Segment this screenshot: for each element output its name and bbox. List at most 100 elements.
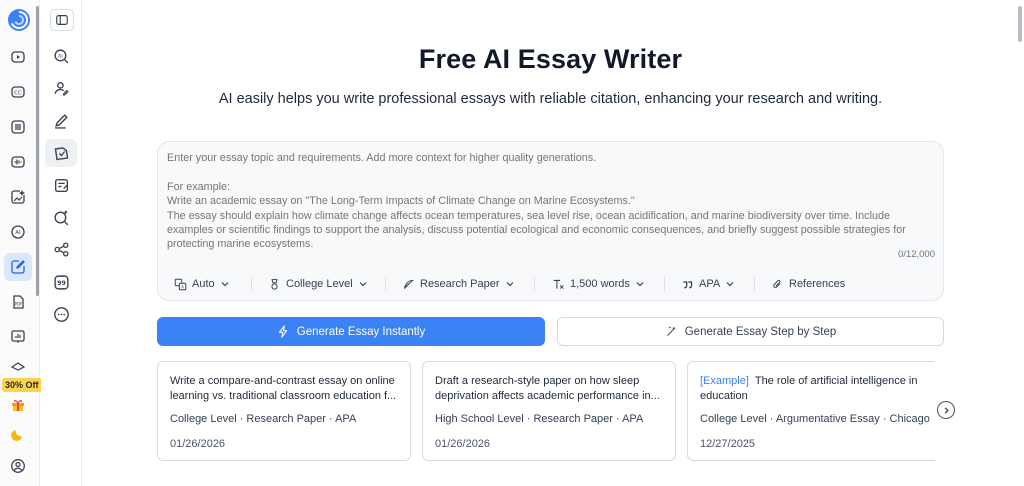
history-card-meta: High School Level · Research Paper · APA xyxy=(435,413,644,425)
rail-gift-button[interactable] xyxy=(4,391,32,419)
ai-search-icon: AI xyxy=(53,48,68,63)
rail-scrollbar[interactable] xyxy=(36,6,39,296)
ai-chat-icon: AI xyxy=(11,225,25,239)
essay-prompt-input[interactable] xyxy=(167,151,935,259)
rail-presentation-button[interactable] xyxy=(4,323,32,351)
tool-more[interactable] xyxy=(45,300,77,328)
character-counter: 0/12,000 xyxy=(898,249,935,260)
presentation-icon xyxy=(11,330,25,343)
divider xyxy=(754,277,755,291)
discount-badge[interactable]: 30% Off xyxy=(2,378,42,392)
divider xyxy=(664,277,665,291)
tool-ai-detector[interactable] xyxy=(45,203,77,231)
magic-wand-icon xyxy=(666,326,676,336)
word-count-select[interactable]: 1,500 words xyxy=(552,274,645,294)
chevron-down-icon xyxy=(221,282,229,287)
tool-mindmap[interactable] xyxy=(45,235,77,263)
chevron-down-icon xyxy=(359,282,367,287)
tool-essay[interactable] xyxy=(45,139,77,167)
lightning-icon xyxy=(278,325,288,338)
rail-audio-button[interactable] xyxy=(4,148,32,176)
text-length-icon xyxy=(553,279,564,289)
essay-writer-icon xyxy=(11,260,25,274)
outline-icon xyxy=(54,178,68,192)
app-rail: CC AI PDF 30% Off xyxy=(0,0,42,486)
language-select[interactable]: A Auto xyxy=(174,274,230,294)
page-scrollbar[interactable] xyxy=(1018,6,1022,42)
rail-ai-chat-button[interactable]: AI xyxy=(4,218,32,246)
rail-pdf-button[interactable]: PDF xyxy=(4,288,32,316)
academic-level-value: College Level xyxy=(286,278,353,290)
audio-icon xyxy=(11,156,25,168)
carousel-next-button[interactable] xyxy=(937,401,955,419)
essay-type-value: Research Paper xyxy=(420,278,500,290)
essay-type-select[interactable]: Research Paper xyxy=(402,274,515,294)
citation-icon: 99 xyxy=(53,274,69,290)
gift-icon xyxy=(12,400,24,411)
tool-paraphrase[interactable] xyxy=(45,106,77,134)
paperclip-icon xyxy=(773,279,781,288)
hat-icon xyxy=(10,362,26,371)
image-edit-icon xyxy=(11,190,25,204)
ai-detector-icon xyxy=(53,209,68,225)
tool-ai-search[interactable]: AI xyxy=(45,42,77,70)
history-card[interactable]: Write a compare-and-contrast essay on on… xyxy=(157,361,411,461)
generate-step-button[interactable]: Generate Essay Step by Step xyxy=(557,317,944,346)
account-icon xyxy=(11,459,25,473)
history-card-meta: College Level · Argumentative Essay · Ch… xyxy=(700,413,930,425)
logo-swirl-icon xyxy=(8,9,30,31)
history-card[interactable]: Draft a research-style paper on how slee… xyxy=(422,361,676,461)
list-icon xyxy=(11,120,25,134)
tool-outline[interactable] xyxy=(45,171,77,199)
humanizer-icon xyxy=(53,81,69,95)
history-card-title: Draft a research-style paper on how slee… xyxy=(435,375,660,402)
essay-options-bar: A Auto College Level Research Paper 1,50… xyxy=(158,268,945,298)
account-button[interactable] xyxy=(4,452,32,480)
divider xyxy=(385,277,386,291)
language-value: Auto xyxy=(192,278,215,290)
tool-humanizer[interactable] xyxy=(45,74,77,102)
essay-composer: 0/12,000 A Auto College Level Research P… xyxy=(157,141,944,301)
page-title: Free AI Essay Writer xyxy=(418,44,683,74)
quote-icon xyxy=(683,280,693,288)
theme-toggle-button[interactable] xyxy=(4,420,32,448)
rail-essay-writer-button[interactable] xyxy=(4,253,32,281)
divider xyxy=(534,277,535,291)
svg-text:PDF: PDF xyxy=(15,302,23,307)
divider xyxy=(251,277,252,291)
tool-sidebar: AI 99 xyxy=(41,0,82,486)
chevron-down-icon xyxy=(506,282,513,287)
rail-hat-button[interactable] xyxy=(4,358,32,374)
history-card[interactable]: [Example] The role of artificial intelli… xyxy=(687,361,935,461)
svg-text:CC: CC xyxy=(14,91,22,97)
academic-level-select[interactable]: College Level xyxy=(268,274,368,294)
more-icon xyxy=(53,306,69,322)
example-tag: [Example] xyxy=(700,375,749,387)
essay-icon xyxy=(54,146,68,160)
svg-text:AI: AI xyxy=(15,230,21,236)
captions-icon: CC xyxy=(11,86,25,98)
app-logo[interactable] xyxy=(7,8,31,32)
references-button[interactable]: References xyxy=(771,274,845,294)
chevron-down-icon xyxy=(636,282,644,287)
chevron-down-icon xyxy=(726,282,734,287)
rail-captions-button[interactable]: CC xyxy=(4,78,32,106)
citation-style-select[interactable]: APA xyxy=(681,274,735,294)
rail-video-button[interactable] xyxy=(4,43,32,71)
rail-image-edit-button[interactable] xyxy=(4,183,32,211)
rail-list-button[interactable] xyxy=(4,113,32,141)
translate-icon: A xyxy=(174,278,187,290)
tool-citation[interactable]: 99 xyxy=(45,268,77,296)
svg-text:99: 99 xyxy=(57,279,66,287)
page-subtitle: AI easily helps you write professional e… xyxy=(218,91,883,107)
feather-pen-icon xyxy=(403,279,414,289)
references-label: References xyxy=(789,278,846,290)
chevron-right-icon xyxy=(944,406,949,414)
history-card-title: [Example] The role of artificial intelli… xyxy=(700,375,918,402)
svg-text:A: A xyxy=(181,284,184,289)
history-carousel: Write a compare-and-contrast essay on on… xyxy=(157,361,935,461)
level-icon xyxy=(271,278,278,290)
sidebar-toggle-button[interactable] xyxy=(50,9,74,31)
history-card-date: 12/27/2025 xyxy=(700,438,756,450)
generate-instant-button[interactable]: Generate Essay Instantly xyxy=(157,317,545,346)
